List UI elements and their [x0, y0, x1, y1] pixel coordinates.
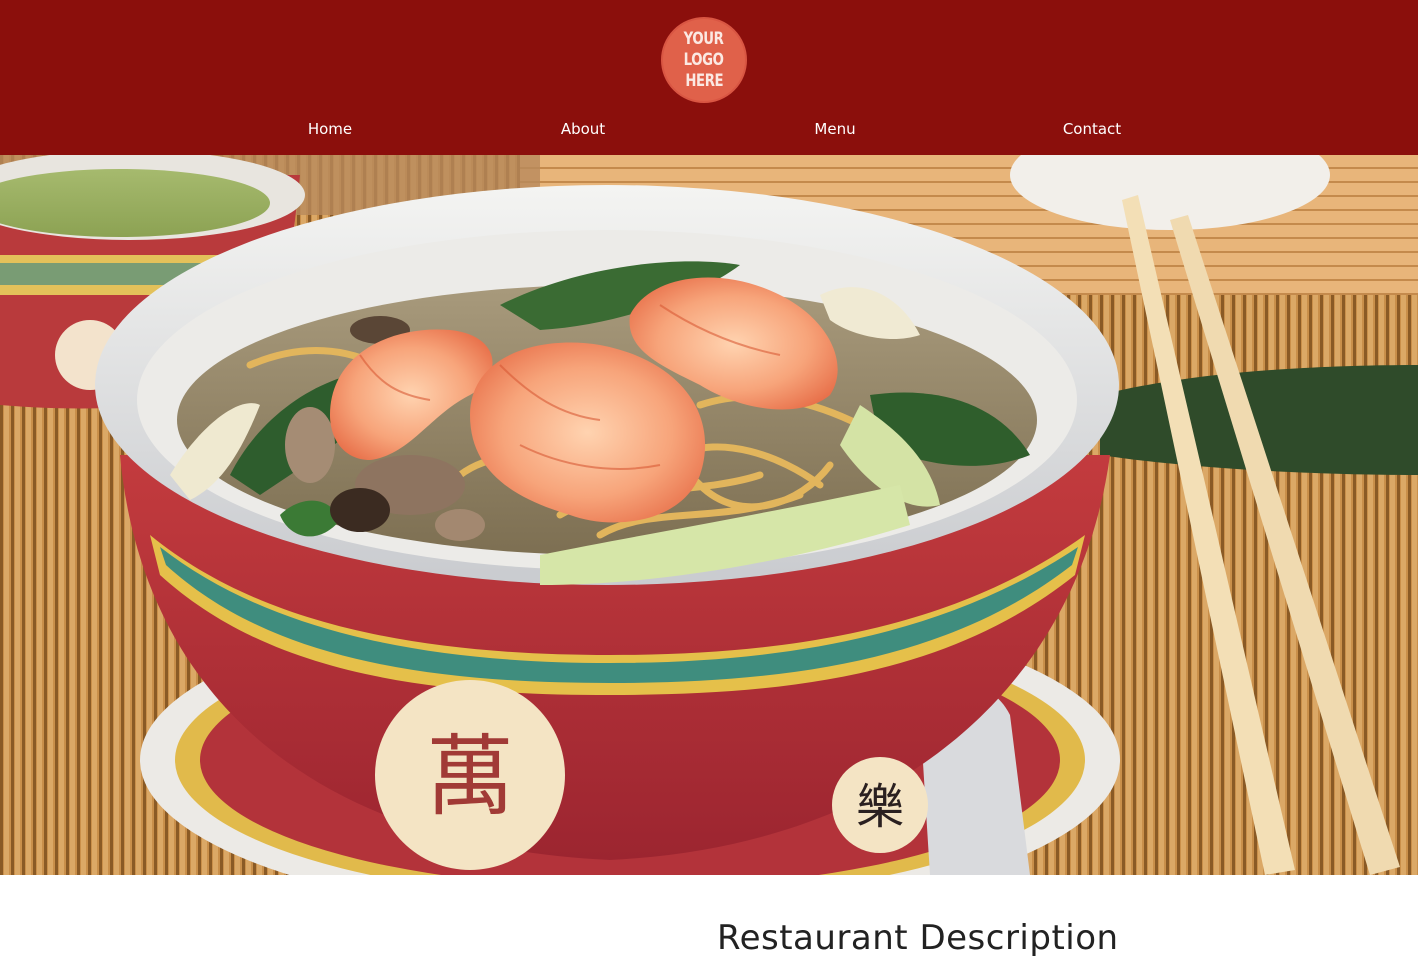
bowl-character: 萬 — [426, 725, 514, 828]
nav-link-about[interactable]: About — [561, 120, 605, 138]
saucer-character: 樂 — [856, 779, 904, 835]
nav-link-contact[interactable]: Contact — [1063, 120, 1121, 138]
nav-link-home[interactable]: Home — [308, 120, 352, 138]
logo-line-1: YOUR — [684, 28, 724, 49]
noodle-soup-photo: 萬 樂 — [0, 155, 1418, 875]
section-title: Restaurant Description — [717, 918, 1119, 958]
site-header: YOUR LOGO HERE Home About Menu Contact — [0, 0, 1418, 155]
logo-line-3: HERE — [685, 70, 723, 91]
hero-image: 萬 樂 — [0, 155, 1418, 875]
logo[interactable]: YOUR LOGO HERE — [661, 17, 747, 103]
nav-link-menu[interactable]: Menu — [814, 120, 855, 138]
logo-line-2: LOGO — [684, 49, 724, 70]
